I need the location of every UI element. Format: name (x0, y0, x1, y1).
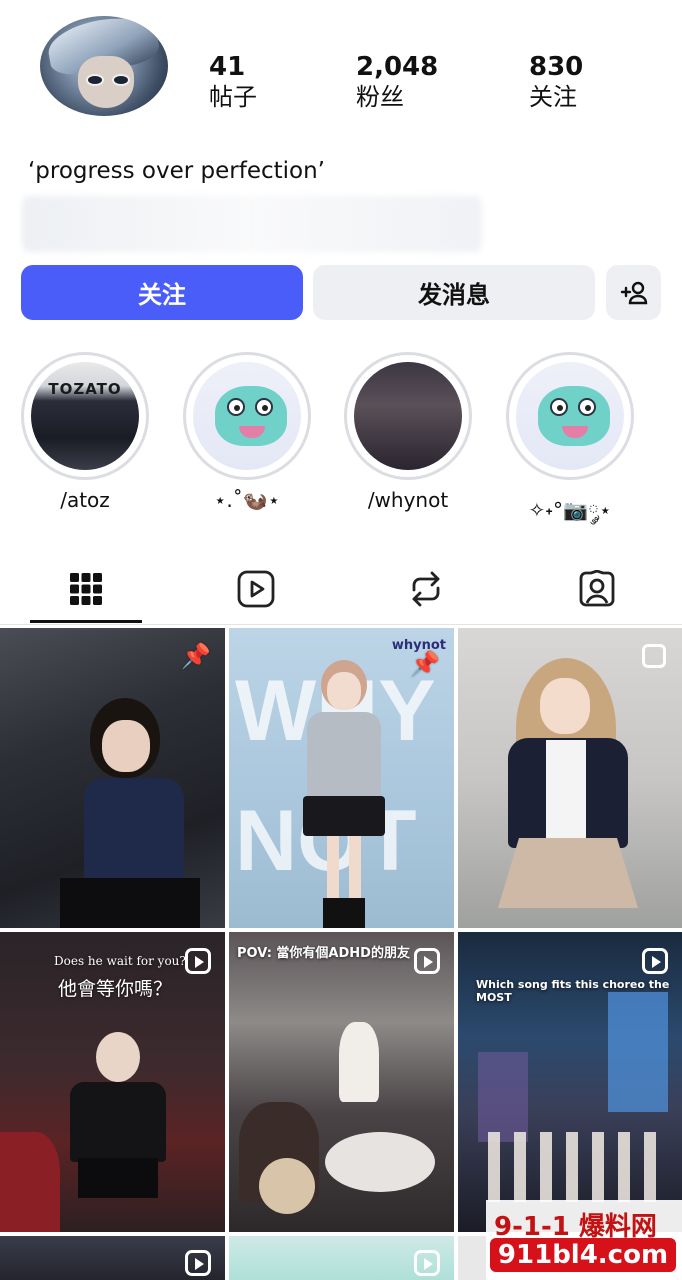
post-caption-zh: 他會等你嗎？ (58, 978, 173, 1000)
reel-icon (414, 948, 440, 974)
bio-blurred-text (22, 196, 482, 252)
add-person-icon (620, 281, 647, 304)
post-tile[interactable]: POV: 當你有個ADHD的朋友 (229, 932, 454, 1232)
profile-bio: ‘progress over perfection’ (28, 158, 325, 184)
frog-eye (550, 398, 568, 416)
post-table (325, 1132, 435, 1192)
stat-following-label: 关注 (529, 83, 577, 111)
grid-icon (70, 573, 102, 605)
stat-posts-value: 41 (209, 52, 246, 82)
highlight-cover (354, 362, 462, 470)
post-billboard (478, 1052, 528, 1142)
avatar-eye (86, 74, 104, 86)
tab-grid[interactable] (30, 558, 142, 620)
multi-photo-icon (642, 644, 666, 668)
post-figure-leg (349, 836, 361, 906)
post-figure-face (102, 720, 150, 772)
post-figure-skirt (303, 796, 385, 836)
stat-followers-label: 粉丝 (356, 83, 404, 111)
tagged-icon (579, 570, 615, 607)
post-tile[interactable]: 📌 (0, 628, 225, 928)
highlight-ring (183, 352, 311, 480)
tab-divider (0, 624, 682, 625)
suggest-people-button[interactable] (606, 265, 661, 320)
highlight-cover (516, 362, 624, 470)
post-figure-jacket (307, 712, 381, 802)
post-figure-skirt (78, 1158, 158, 1198)
stat-following[interactable]: 830 关注 (529, 52, 583, 112)
post-figure-face (540, 678, 590, 734)
highlight-cover: TOZATO (31, 362, 139, 470)
tab-tagged[interactable] (541, 558, 653, 620)
highlight-caption: /atoz (60, 488, 110, 512)
highlight-ring: TOZATO (21, 352, 149, 480)
post-tile[interactable]: Which song fits this choreo the MOST (458, 932, 682, 1232)
highlight-cover (193, 362, 301, 470)
follow-button[interactable]: 关注 (21, 265, 303, 320)
post-tile[interactable]: WHY NOT whynot 📌 (229, 628, 454, 928)
post-figure-body (84, 778, 184, 888)
post-figure-dancer (339, 1022, 379, 1102)
post-figure-shirt (546, 740, 586, 840)
reel-icon (185, 948, 211, 974)
stat-followers[interactable]: 2,048 粉丝 (356, 52, 438, 112)
watermark-url: 911bl4.com (490, 1238, 676, 1272)
highlight-atoz[interactable]: TOZATO /atoz (21, 352, 149, 512)
post-figure-face (327, 672, 361, 710)
post-tile[interactable]: Does he wait for you? 他會等你嗎？ (0, 932, 225, 1232)
post-tile[interactable] (229, 1236, 454, 1280)
highlight-ring (506, 352, 634, 480)
post-figure-face (96, 1032, 140, 1082)
site-watermark: 9-1-1 爆料网 911bl4.com (486, 1200, 682, 1280)
post-tile[interactable] (458, 628, 682, 928)
post-flowers (0, 1132, 60, 1232)
highlight-ring (344, 352, 472, 480)
avatar-eye (112, 74, 130, 86)
post-billboard (608, 992, 668, 1112)
profile-avatar[interactable] (40, 16, 168, 116)
active-tab-indicator (30, 620, 142, 623)
frog-eye (578, 398, 596, 416)
post-figure-jacket (70, 1082, 166, 1162)
frog-eye (255, 398, 273, 416)
stat-posts[interactable]: 41 帖子 (209, 52, 257, 112)
highlight-otter[interactable]: ⋆.˚🦦⋆ (183, 352, 311, 512)
pin-icon: 📌 (181, 642, 211, 670)
post-figure-skirt (498, 838, 638, 908)
reel-icon (642, 948, 668, 974)
reel-icon (185, 1250, 211, 1276)
highlight-caption: /whynot (367, 488, 449, 512)
stat-following-value: 830 (529, 52, 584, 82)
highlight-caption: ✧˖°📷༘⋆ (528, 498, 612, 522)
reels-icon (237, 570, 275, 608)
stat-followers-value: 2,048 (356, 52, 439, 82)
post-figure-leg (327, 836, 339, 906)
message-button[interactable]: 发消息 (313, 265, 595, 320)
post-caption: POV: 當你有個ADHD的朋友 (237, 946, 410, 961)
tab-reels[interactable] (200, 558, 312, 620)
highlight-camera[interactable]: ✧˖°📷༘⋆ (506, 352, 634, 544)
repost-icon (412, 571, 440, 607)
post-figure-boots (323, 898, 365, 928)
tab-reposts[interactable] (370, 558, 482, 620)
pin-icon: 📌 (410, 650, 440, 678)
highlight-cover-text: TOZATO (48, 380, 122, 398)
post-tile[interactable] (0, 1236, 225, 1280)
post-dancers (488, 1132, 658, 1202)
post-figure-skirt (60, 878, 200, 928)
post-sticker (259, 1158, 315, 1214)
highlight-whynot[interactable]: /whynot (344, 352, 472, 512)
stat-posts-label: 帖子 (209, 83, 257, 111)
highlight-caption: ⋆.˚🦦⋆ (213, 488, 281, 512)
reel-icon (414, 1250, 440, 1276)
frog-eye (227, 398, 245, 416)
post-caption-en: Does he wait for you? (54, 954, 186, 968)
